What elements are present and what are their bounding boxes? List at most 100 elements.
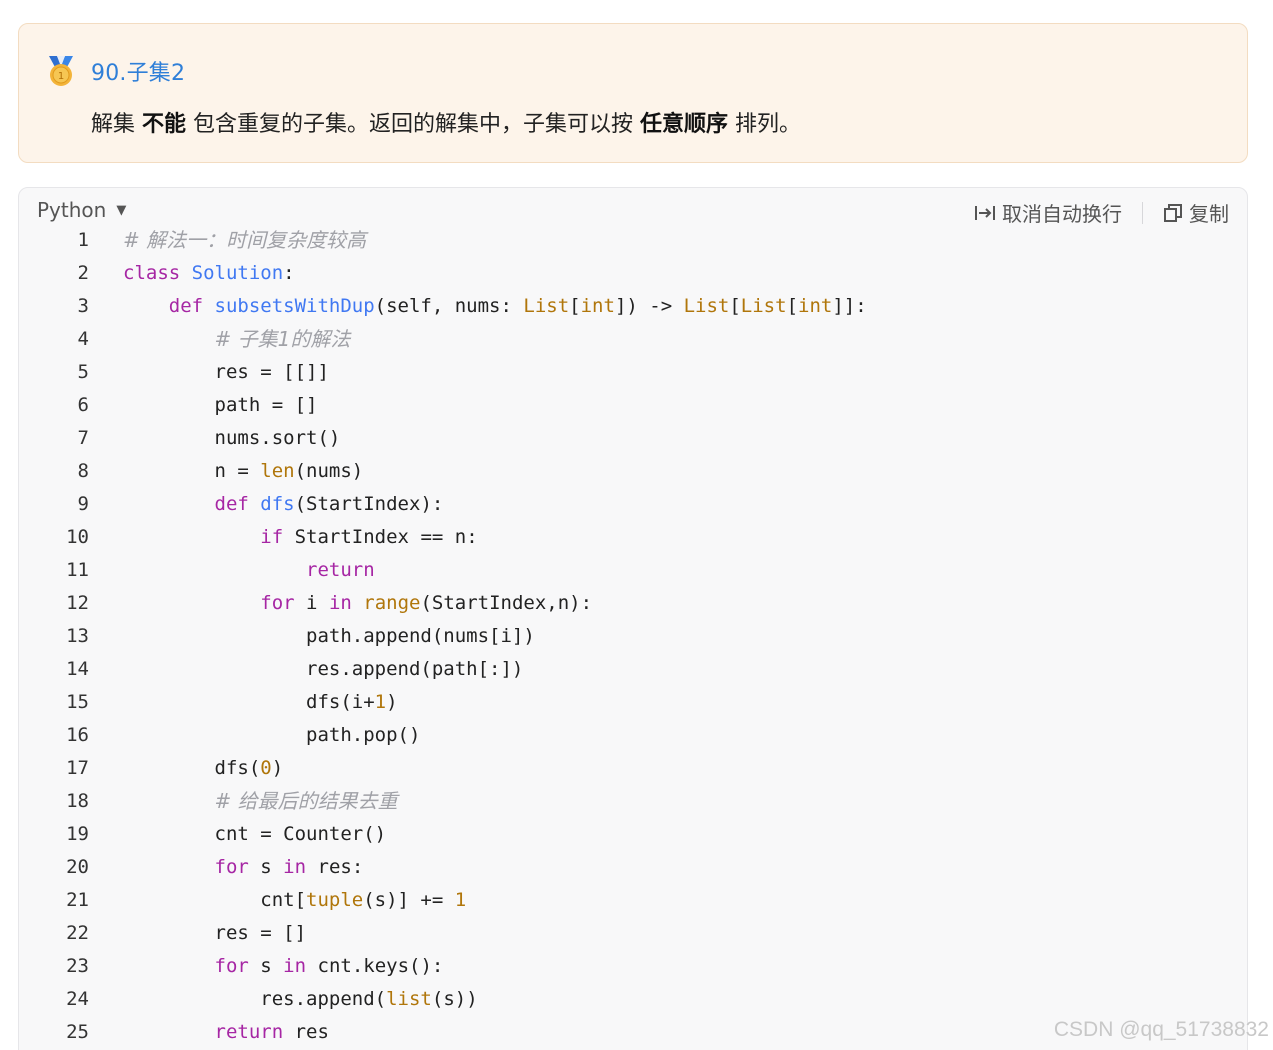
line-number: 15 [66,691,89,713]
code-token: ) [271,757,284,779]
code-token: cnt.keys(): [317,955,444,977]
code-token: (StartIndex,n): [420,592,593,614]
toggle-wrap-label: 取消自动换行 [1002,202,1122,226]
code-token: [ [569,295,581,317]
code-line: 18 # 给最后的结果去重 [19,785,1247,818]
line-content: # 解法一：时间复杂度较高 [123,224,366,258]
line-number: 3 [77,295,89,317]
notice-card: 1 90.子集2 解集 不能 包含重复的子集。返回的解集中，子集可以按 任意顺序… [18,23,1248,163]
code-token: return [306,559,375,581]
copy-button[interactable]: 复制 [1163,198,1229,227]
line-content: class Solution: [123,257,295,290]
code-token: res [294,1021,329,1043]
code-token: for [214,856,261,878]
line-content: # 子集1的解法 [123,323,351,357]
language-selector[interactable]: Python ▼ [37,198,126,222]
wrap-toggle-icon [975,205,995,220]
problem-description: 解集 不能 包含重复的子集。返回的解集中，子集可以按 任意顺序 排列。 [91,106,801,138]
code-token: in [283,856,318,878]
line-number: 24 [66,988,89,1010]
code-token: int [580,295,615,317]
code-token: n = [123,460,261,482]
code-token: for [260,592,307,614]
code-token: 1 [374,691,387,713]
code-token: nums.sort() [123,427,341,449]
desc-part-3: 排列。 [728,112,802,137]
code-token: List [740,295,787,317]
line-number: 9 [77,493,89,515]
desc-part-1: 解集 [91,112,142,137]
line-content: res = [[]] [123,356,329,389]
code-token: # 给最后的结果去重 [214,789,398,813]
code-token: Solution [191,262,284,284]
problem-title-link[interactable]: 90.子集2 [91,55,185,87]
code-token: def [123,493,261,515]
desc-bold-1: 不能 [142,112,187,137]
line-content: # 给最后的结果去重 [123,785,398,819]
code-line: 22 res = [] [19,917,1247,950]
line-number: 23 [66,955,89,977]
code-token: res: [317,856,364,878]
code-token: int [798,295,833,317]
line-number: 1 [77,229,89,251]
code-token: tuple [306,889,364,911]
line-number: 6 [77,394,89,416]
line-number: 22 [66,922,89,944]
line-content: dfs(i+1) [123,686,398,719]
line-number: 25 [66,1021,89,1043]
line-number: 8 [77,460,89,482]
line-content: for s in res: [123,851,364,884]
code-token: range [363,592,421,614]
code-token: (s)) [431,988,478,1010]
code-token: (self, nums: [374,295,524,317]
code-line: 13 path.append(nums[i]) [19,620,1247,653]
line-content: if StartIndex == n: [123,521,477,554]
code-line: 10 if StartIndex == n: [19,521,1247,554]
code-token: (nums) [294,460,364,482]
code-lines[interactable]: 1 # 解法一：时间复杂度较高 2 class Solution: 3 def subs… [19,224,1247,1049]
code-token: dfs [260,493,295,515]
code-token: return [214,1021,295,1043]
code-line: 14 res.append(path[:]) [19,653,1247,686]
code-token: res.append( [123,988,387,1010]
caret-down-icon: ▼ [116,202,127,218]
line-number: 11 [66,559,89,581]
line-content: for s in cnt.keys(): [123,950,444,983]
svg-text:1: 1 [58,71,64,82]
line-content: dfs(0) [123,752,284,785]
code-line: 24 res.append(list(s)) [19,983,1247,1016]
line-content: path.append(nums[i]) [123,620,535,653]
code-toolbar: 取消自动换行 复制 [974,198,1229,227]
line-content: path.pop() [123,719,420,752]
code-token: [ [729,295,741,317]
line-content: n = len(nums) [123,455,364,488]
code-line: 9 def dfs(StartIndex): [19,488,1247,521]
code-token: # 解法一：时间复杂度较高 [123,228,367,252]
code-token: for [214,955,261,977]
code-token: : [283,262,295,284]
toggle-wrap-button[interactable]: 取消自动换行 [974,198,1122,227]
code-token: (s)] += [363,889,455,911]
line-content: for i in range(StartIndex,n): [123,587,592,620]
line-content: return [123,554,375,587]
code-token: subsetsWithDup [214,295,375,317]
code-token: List [683,295,730,317]
code-line: 6 path = [] [19,389,1247,422]
code-line: 5 res = [[]] [19,356,1247,389]
code-line: 2 class Solution: [19,257,1247,290]
code-line: 8 n = len(nums) [19,455,1247,488]
code-token: list [386,988,432,1010]
code-line: 20 for s in res: [19,851,1247,884]
line-number: 18 [66,790,89,812]
code-line: 7 nums.sort() [19,422,1247,455]
line-number: 17 [66,757,89,779]
line-content: return res [123,1016,329,1049]
line-number: 21 [66,889,89,911]
watermark: CSDN @qq_51738832 [1053,1018,1269,1041]
code-line: 4 # 子集1的解法 [19,323,1247,356]
code-token: # 子集1的解法 [214,327,351,351]
